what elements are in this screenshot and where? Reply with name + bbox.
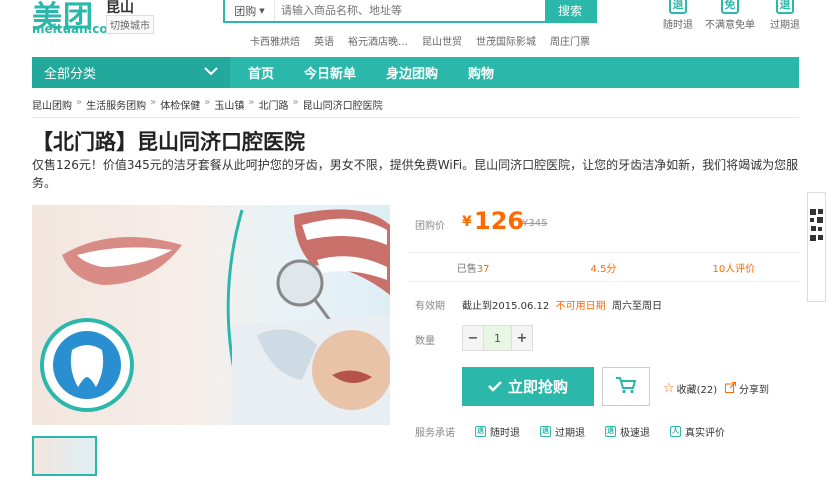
qr-code-sidebar[interactable]: [807, 192, 826, 302]
service-anytime-refund: 退随时退: [475, 424, 520, 439]
hot-search-links: 卡西雅烘焙 英语 裕元酒店晚… 昆山世贸 世茂国际影城 周庄门票: [250, 33, 590, 48]
switch-city-button[interactable]: 切换城市: [106, 15, 154, 34]
nav-nearby[interactable]: 身边团购: [374, 57, 450, 88]
promise-anytime-refund[interactable]: 退 随时退: [650, 0, 706, 31]
all-categories-menu[interactable]: 全部分类: [32, 57, 230, 88]
hot-link[interactable]: 周庄门票: [550, 33, 590, 48]
quantity-label: 数量: [415, 336, 435, 347]
favorite-label: 收藏(22): [676, 385, 718, 396]
caret-down-icon: ▼: [259, 6, 265, 15]
deal-price: 126: [474, 207, 525, 235]
service-promises: 服务承诺 退随时退 退过期退 退极速退 人真实评价: [415, 424, 725, 439]
user-icon: 人: [670, 426, 681, 437]
sold-count: 已售37: [408, 260, 538, 275]
service-item: 过期退: [555, 428, 585, 439]
promise-free-if-unsatisfied[interactable]: 免 不满意免单: [702, 0, 758, 31]
service-label: 服务承诺: [415, 428, 455, 439]
original-price: ¥345: [522, 218, 548, 229]
refund-icon: 退: [605, 426, 616, 437]
share-button[interactable]: 分享到: [725, 381, 769, 396]
nav-home[interactable]: 首页: [236, 57, 286, 88]
deal-stats: 已售37 4.5分 10人评价: [408, 252, 799, 282]
cart-icon: [615, 376, 637, 397]
share-icon: [725, 381, 736, 396]
hot-link[interactable]: 世茂国际影城: [476, 33, 536, 48]
service-real-reviews: 人真实评价: [670, 424, 725, 439]
breadcrumb-item[interactable]: 体检保健: [160, 97, 200, 112]
refund-icon: 退: [475, 426, 486, 437]
nav-shopping[interactable]: 购物: [456, 57, 506, 88]
increase-button[interactable]: +: [512, 326, 532, 350]
currency-symbol: ¥: [462, 214, 472, 230]
refund-icon: 退: [669, 0, 687, 14]
rating[interactable]: 4.5分: [538, 260, 668, 275]
validity-date: 截止到2015.06.12: [462, 301, 550, 312]
sold-number: 37: [476, 263, 490, 275]
promise-label: 不满意免单: [705, 20, 755, 31]
image-thumbnail[interactable]: [32, 436, 97, 476]
quantity-input[interactable]: 1: [483, 326, 512, 350]
buy-now-button[interactable]: 立即抢购: [462, 367, 594, 406]
promise-expired-refund[interactable]: 退 过期退: [757, 0, 813, 31]
divider: [32, 117, 799, 118]
breadcrumb-current: 昆山同济口腔医院: [302, 101, 383, 112]
unavailable-days: 周六至周日: [611, 301, 662, 312]
deal-main-image: [32, 205, 390, 425]
all-categories-label: 全部分类: [44, 67, 97, 82]
search-type-select[interactable]: 团购 ▼: [225, 0, 275, 21]
service-fast-refund: 退极速退: [605, 424, 650, 439]
unavailable-dates-link[interactable]: 不可用日期: [556, 301, 606, 312]
chevron-down-icon: [204, 65, 218, 80]
price-label: 团购价: [415, 221, 445, 232]
check-icon: [488, 378, 502, 396]
sold-label: 已售: [456, 263, 477, 275]
breadcrumb-item[interactable]: 玉山镇: [214, 97, 244, 112]
validity-label: 有效期: [415, 301, 445, 312]
hot-link[interactable]: 昆山世贸: [422, 33, 462, 48]
hot-link[interactable]: 裕元酒店晚…: [348, 33, 408, 48]
deal-title: 【北门路】昆山同济口腔医院: [32, 130, 305, 154]
search-box: 团购 ▼ 搜索: [223, 0, 597, 23]
breadcrumb-item[interactable]: 北门路: [259, 97, 289, 112]
promise-label: 过期退: [770, 20, 800, 31]
nav-new-deals[interactable]: 今日新单: [292, 57, 368, 88]
main-nav: 全部分类 首页 今日新单 身边团购 购物: [32, 57, 799, 88]
share-label: 分享到: [739, 385, 769, 396]
service-item: 极速退: [620, 428, 650, 439]
add-to-cart-button[interactable]: [602, 367, 650, 406]
refund-icon: 退: [540, 426, 551, 437]
deal-description: 仅售126元！价值345元的洁牙套餐从此呵护您的牙齿，男女不限，提供免费WiFi…: [32, 158, 799, 190]
decrease-button[interactable]: −: [463, 326, 483, 350]
free-icon: 免: [721, 0, 739, 14]
breadcrumb: 昆山团购» 生活服务团购» 体检保健» 玉山镇» 北门路» 昆山同济口腔医院: [32, 97, 383, 112]
breadcrumb-item[interactable]: 昆山团购: [32, 97, 72, 112]
breadcrumb-item[interactable]: 生活服务团购: [86, 97, 146, 112]
service-expired-refund: 退过期退: [540, 424, 585, 439]
promise-label: 随时退: [663, 20, 693, 31]
rating-value: 4.5分: [590, 263, 617, 275]
service-item: 真实评价: [685, 428, 725, 439]
refund-icon: 退: [776, 0, 794, 14]
service-item: 随时退: [490, 428, 520, 439]
search-type-label: 团购: [234, 4, 257, 18]
quantity-stepper: − 1 +: [462, 325, 533, 351]
hot-link[interactable]: 卡西雅烘焙: [250, 33, 300, 48]
search-button[interactable]: 搜索: [545, 0, 595, 21]
validity: 截止到2015.06.12 不可用日期 周六至周日: [462, 297, 662, 312]
search-input[interactable]: [275, 0, 545, 21]
hot-link[interactable]: 英语: [314, 33, 334, 48]
review-count[interactable]: 10人评价: [669, 260, 799, 275]
buy-now-label: 立即抢购: [507, 378, 568, 396]
star-icon: ☆: [663, 381, 675, 396]
review-count-value: 10人评价: [712, 263, 756, 275]
favorite-button[interactable]: ☆ 收藏(22): [663, 381, 717, 396]
